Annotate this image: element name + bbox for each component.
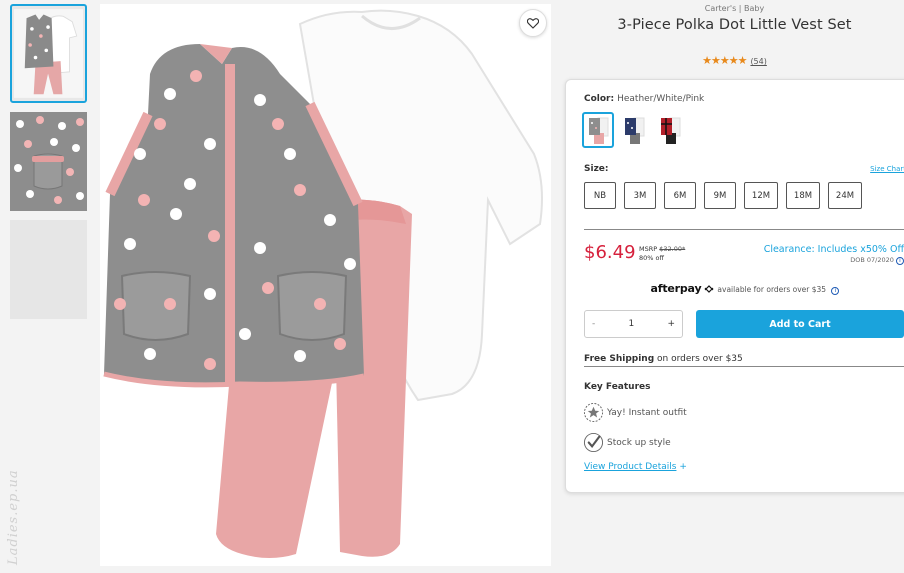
dob-text: DOB 07/2020 [850,256,894,264]
size-option-9m[interactable]: 9M [704,182,736,209]
shipping-threshold: on orders over $35 [657,354,743,364]
swatch-navy[interactable] [618,112,650,148]
thumbnail-blank[interactable] [10,220,87,319]
review-count-link[interactable]: (54) [750,57,766,66]
size-label-row: Size: Size Chart [584,164,904,174]
swatch-vest-navy-icon [625,117,645,144]
discount-percent: 80% off [639,254,664,262]
swatch-red-plaid[interactable] [654,112,686,148]
size-option-12m[interactable]: 12M [744,182,778,209]
quantity-stepper: - 1 + [584,310,683,338]
msrp-value: $32.00* [659,245,686,253]
heart-icon [527,17,539,29]
product-title: 3-Piece Polka Dot Little Vest Set [617,17,852,33]
rating[interactable]: ★★★★★ (54) [565,54,904,67]
dob-line: DOB 07/2020 i [850,256,904,265]
afterpay-text: available for orders over $35 [717,285,827,294]
quantity-increase-button[interactable]: + [667,319,675,329]
size-option-18m[interactable]: 18M [786,182,820,209]
swatch-vest-pink-icon [589,117,609,144]
main-product-image [100,4,551,566]
size-options: NB 3M 6M 9M 12M 18M 24M [584,182,862,209]
free-shipping-label: Free Shipping [584,354,655,364]
afterpay-arrows-icon [704,285,714,293]
favorite-button[interactable] [519,9,547,37]
afterpay-info-icon[interactable]: i [831,287,840,295]
purchase-card: Color: Heather/White/Pink Size: Size Cha… [565,79,904,493]
watermark-text: Ladies.ep.ua [6,469,21,565]
quantity-decrease-button[interactable]: - [592,319,595,329]
star-badge-icon [583,402,604,423]
thumbnail-outfit-image [14,9,83,98]
afterpay-logo: afterpay [650,282,702,295]
outfit-illustration [100,4,551,566]
swatch-vest-plaid-icon [661,117,681,144]
view-product-details-link[interactable]: View Product Details + [584,462,687,472]
size-option-24m[interactable]: 24M [828,182,862,209]
info-icon[interactable]: i [896,257,904,265]
sale-price: $6.49 [584,242,636,263]
size-option-6m[interactable]: 6M [664,182,696,209]
color-label-row: Color: Heather/White/Pink [584,94,704,104]
color-value: Heather/White/Pink [617,94,705,104]
feature-label: Yay! Instant outfit [607,407,687,418]
feature-item: Stock up style [583,432,671,453]
product-page: Ladies.ep.ua Carter's | Baby 3-Piece Pol… [0,0,904,573]
key-features-title: Key Features [584,382,651,392]
color-swatches [582,112,686,148]
divider [584,366,904,367]
msrp-label: MSRP [639,245,658,253]
size-option-3m[interactable]: 3M [624,182,656,209]
add-to-cart-button[interactable]: Add to Cart [696,310,904,338]
color-label: Color: [584,94,615,104]
brand-breadcrumb[interactable]: Carter's | Baby [565,4,904,13]
size-label: Size: [584,164,609,174]
afterpay-banner: afterpay available for orders over $35 i [584,282,904,295]
size-option-nb[interactable]: NB [584,182,616,209]
quantity-value[interactable]: 1 [628,319,634,329]
feature-label: Stock up style [607,437,671,448]
thumbnail-list [10,4,88,328]
size-chart-link[interactable]: Size Chart [870,165,904,173]
thumbnail-main[interactable] [10,4,87,103]
details-link-text: View Product Details [584,462,677,472]
star-rating-icon: ★★★★★ [702,54,747,67]
clearance-promo: Clearance: Includes x50% Off [763,244,904,255]
thumbnail-detail-image [10,112,87,211]
msrp-block: MSRP $32.00* 80% off [639,245,685,263]
shipping-note: Free Shipping on orders over $35 [584,354,743,364]
checkmark-icon [583,432,604,453]
thumbnail-detail[interactable] [10,112,87,211]
swatch-heather-pink[interactable] [582,112,614,148]
plus-icon: + [679,462,687,472]
feature-item: Yay! Instant outfit [583,402,687,423]
divider [584,229,904,230]
